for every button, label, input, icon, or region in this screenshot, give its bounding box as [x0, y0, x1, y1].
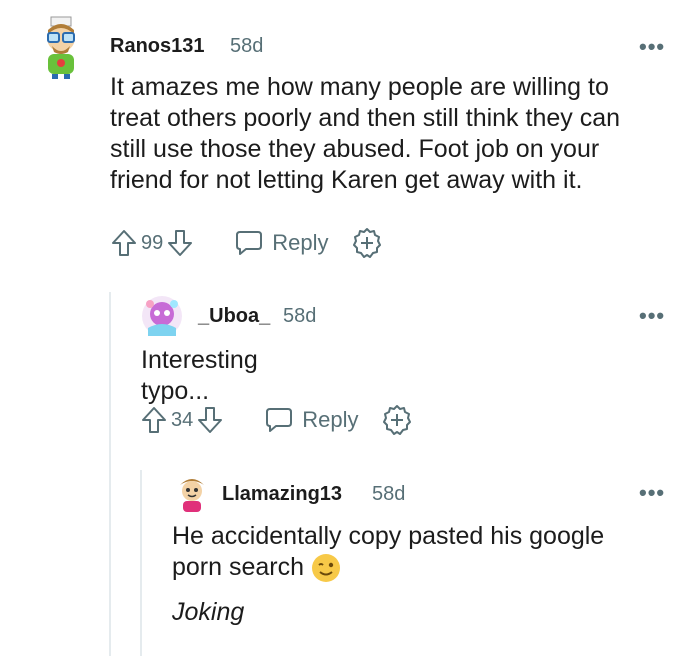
comment-line: still use those they abused. Foot job on…: [110, 135, 600, 163]
vote-group: 99: [110, 228, 194, 258]
reply-icon: [266, 408, 293, 432]
avatar[interactable]: [172, 473, 212, 513]
reply-button[interactable]: Reply: [264, 406, 359, 434]
award-button[interactable]: [351, 227, 383, 259]
thread-line-reply-1: [109, 292, 111, 656]
award-icon: [382, 405, 411, 435]
comment-line: He accidentally copy pasted his google: [172, 522, 605, 550]
avatar-icon: [142, 296, 182, 336]
comment-line: It amazes me how many people are willing…: [110, 73, 609, 101]
comment-line: treat others poorly and then still think…: [110, 104, 621, 132]
avatar[interactable]: [38, 16, 84, 80]
comment-line: friend for not letting Karen get away wi…: [110, 166, 583, 194]
vote-group: 34: [140, 405, 224, 435]
vote-score: 34: [171, 408, 194, 431]
downvote-icon[interactable]: [166, 228, 194, 258]
upvote-icon[interactable]: [110, 228, 138, 258]
wink-emoji-icon: [312, 553, 341, 582]
thread-line-reply-2: [140, 470, 142, 656]
reply-label: Reply: [302, 407, 359, 432]
comment-line: Interesting typo...: [141, 346, 258, 405]
award-button[interactable]: [381, 404, 413, 436]
timestamp: 58d: [283, 305, 317, 327]
username[interactable]: Llamazing13: [222, 483, 342, 506]
avatar-icon: [47, 16, 75, 79]
timestamp: 58d: [372, 483, 406, 505]
comment-actions: 34 Reply: [140, 402, 413, 438]
comment-body: Interesting typo...: [141, 345, 258, 407]
comment-line: porn search: [172, 553, 305, 581]
avatar-icon: [180, 479, 204, 512]
reply-button[interactable]: Reply: [234, 229, 329, 257]
comment-body: He accidentally copy pasted his google p…: [172, 521, 672, 628]
more-options-button[interactable]: •••: [639, 303, 665, 329]
timestamp: 58d: [230, 35, 264, 57]
reply-label: Reply: [272, 230, 329, 255]
username[interactable]: Ranos131: [110, 35, 205, 58]
more-options-button[interactable]: •••: [639, 480, 665, 506]
upvote-icon[interactable]: [140, 405, 168, 435]
comment-body: It amazes me how many people are willing…: [110, 72, 690, 196]
more-options-button[interactable]: •••: [639, 34, 665, 60]
comment-line-with-emoji: porn search: [172, 552, 672, 583]
vote-score: 99: [141, 231, 164, 254]
comment-actions: 99 Reply: [110, 225, 383, 261]
downvote-icon[interactable]: [196, 405, 224, 435]
username[interactable]: _Uboa_: [198, 305, 270, 328]
award-icon: [352, 228, 381, 258]
comment-extra-line: Joking: [172, 598, 245, 626]
avatar[interactable]: [140, 294, 184, 338]
reply-icon: [236, 231, 263, 255]
